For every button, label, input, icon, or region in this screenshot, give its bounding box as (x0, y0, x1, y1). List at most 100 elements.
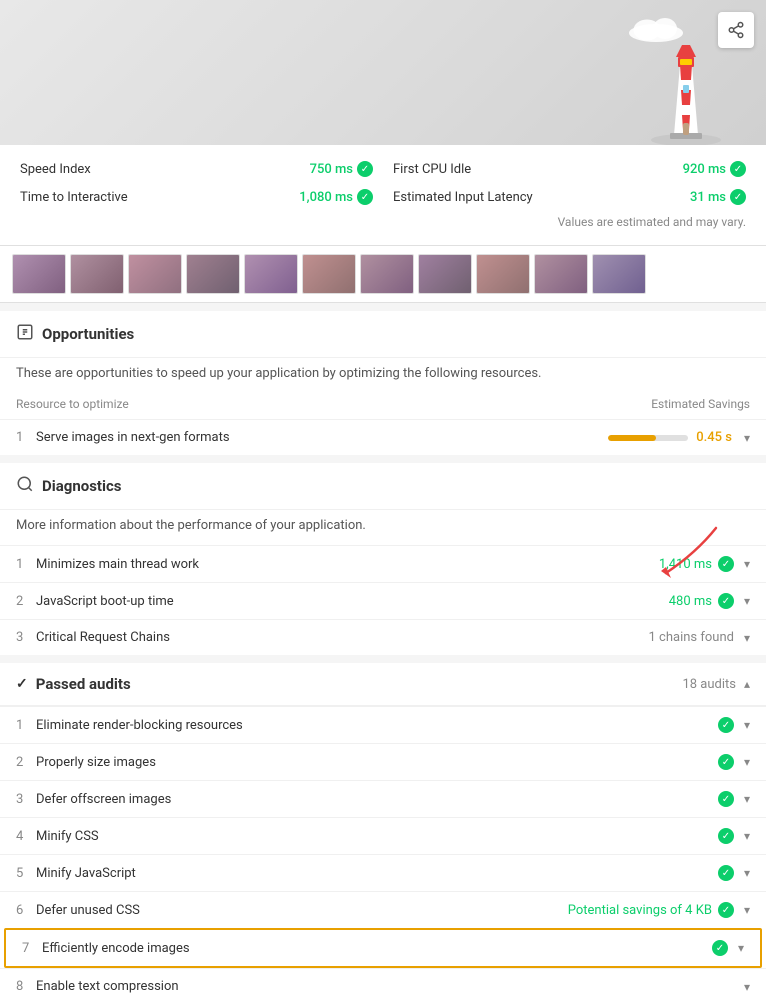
passed-header[interactable]: ✓ Passed audits 18 audits ▴ (0, 663, 766, 706)
savings-bar-fill-1 (608, 435, 656, 441)
tti-row: Time to Interactive 1,080 ms ✓ (20, 189, 373, 205)
chevron-down-icon-p4: ▾ (744, 829, 750, 843)
diagnostics-row-1[interactable]: 1 Minimizes main thread work 1,410 ms ✓ … (0, 545, 766, 582)
tti-check: ✓ (357, 189, 373, 205)
diag-num-2: 2 (16, 594, 36, 609)
chevron-down-icon-p3: ▾ (744, 792, 750, 806)
passed-section: ✓ Passed audits 18 audits ▴ 1 Eliminate … (0, 663, 766, 1004)
opportunity-label-1: Serve images in next-gen formats (36, 430, 608, 445)
filmstrip-thumb-5 (244, 254, 298, 294)
filmstrip-thumb-2 (70, 254, 124, 294)
diagnostics-row-3[interactable]: 3 Critical Request Chains 1 chains found… (0, 619, 766, 655)
diagnostics-row-2[interactable]: 2 JavaScript boot-up time 480 ms ✓ ▾ (0, 582, 766, 619)
passed-num-1: 1 (16, 718, 36, 733)
diag-label-2: JavaScript boot-up time (36, 594, 669, 609)
passed-count-area: 18 audits ▴ (682, 677, 750, 692)
diag-check-2: ✓ (718, 593, 734, 609)
passed-row-3[interactable]: 3 Defer offscreen images ✓ ▾ (0, 780, 766, 817)
header-area (0, 0, 766, 145)
passed-check-6: ✓ (718, 902, 734, 918)
passed-value-1: ✓ ▾ (718, 717, 750, 733)
input-latency-row: Estimated Input Latency 31 ms ✓ (393, 189, 746, 205)
diag-value-1: 1,410 ms ✓ ▾ (659, 556, 750, 572)
filmstrip-thumb-8 (418, 254, 472, 294)
passed-label-7: Efficiently encode images (42, 941, 712, 956)
diagnostics-section: Diagnostics More information about the p… (0, 463, 766, 655)
passed-value-3: ✓ ▾ (718, 791, 750, 807)
input-latency-label: Estimated Input Latency (393, 190, 533, 205)
chevron-down-icon-p2: ▾ (744, 755, 750, 769)
passed-check-1: ✓ (718, 717, 734, 733)
first-cpu-label: First CPU Idle (393, 162, 471, 177)
passed-num-2: 2 (16, 755, 36, 770)
potential-savings-text: Potential savings of 4 KB (568, 903, 712, 918)
filmstrip-thumb-11 (592, 254, 646, 294)
diagnostics-title: Diagnostics (42, 477, 121, 495)
col-savings-label: Estimated Savings (651, 397, 750, 411)
passed-row-1[interactable]: 1 Eliminate render-blocking resources ✓ … (0, 706, 766, 743)
diag-num-3: 3 (16, 630, 36, 645)
diagnostics-desc: More information about the performance o… (0, 510, 766, 545)
passed-num-7: 7 (22, 941, 42, 956)
passed-row-5[interactable]: 5 Minify JavaScript ✓ ▾ (0, 854, 766, 891)
passed-value-6: Potential savings of 4 KB ✓ ▾ (568, 902, 750, 918)
passed-check-7: ✓ (712, 940, 728, 956)
diag-label-3: Critical Request Chains (36, 630, 649, 645)
filmstrip-thumb-9 (476, 254, 530, 294)
chevron-down-icon-diag1: ▾ (744, 557, 750, 571)
filmstrip-thumb-6 (302, 254, 356, 294)
passed-check-4: ✓ (718, 828, 734, 844)
filmstrip-thumb-3 (128, 254, 182, 294)
passed-row-4[interactable]: 4 Minify CSS ✓ ▾ (0, 817, 766, 854)
chevron-down-icon-p8: ▾ (744, 980, 750, 994)
passed-label-4: Minify CSS (36, 829, 718, 844)
passed-row-8[interactable]: 8 Enable text compression ▾ (0, 968, 766, 1004)
speed-index-label: Speed Index (20, 162, 91, 177)
filmstrip-thumb-10 (534, 254, 588, 294)
filmstrip (0, 246, 766, 303)
passed-check-3: ✓ (718, 791, 734, 807)
diag-label-1: Minimizes main thread work (36, 557, 659, 572)
passed-row-2[interactable]: 2 Properly size images ✓ ▾ (0, 743, 766, 780)
passed-check-5: ✓ (718, 865, 734, 881)
passed-value-7: ✓ ▾ (712, 940, 744, 956)
passed-count: 18 audits (682, 677, 736, 692)
metrics-section: Speed Index 750 ms ✓ First CPU Idle 920 … (0, 145, 766, 246)
passed-row-6[interactable]: 6 Defer unused CSS Potential savings of … (0, 891, 766, 928)
passed-row-7[interactable]: 7 Efficiently encode images ✓ ▾ (4, 928, 762, 968)
passed-num-5: 5 (16, 866, 36, 881)
metrics-grid: Speed Index 750 ms ✓ First CPU Idle 920 … (20, 161, 746, 205)
opportunities-icon (16, 323, 34, 345)
chevron-down-icon-p1: ▾ (744, 718, 750, 732)
filmstrip-thumb-7 (360, 254, 414, 294)
first-cpu-value: 920 ms ✓ (683, 161, 746, 177)
passed-header-left: ✓ Passed audits (16, 675, 131, 693)
first-cpu-check: ✓ (730, 161, 746, 177)
passed-label-8: Enable text compression (36, 979, 740, 994)
diagnostics-header: Diagnostics (0, 463, 766, 510)
passed-num-4: 4 (16, 829, 36, 844)
diag-value-2: 480 ms ✓ ▾ (669, 593, 750, 609)
passed-label-2: Properly size images (36, 755, 718, 770)
passed-num-6: 6 (16, 903, 36, 918)
chevron-down-icon-p6: ▾ (744, 903, 750, 917)
passed-label-6: Defer unused CSS (36, 903, 568, 918)
diagnostics-icon (16, 475, 34, 497)
passed-title: Passed audits (36, 675, 131, 693)
filmstrip-thumb-1 (12, 254, 66, 294)
input-latency-check: ✓ (730, 189, 746, 205)
estimated-note: Values are estimated and may vary. (20, 215, 746, 229)
passed-label-3: Defer offscreen images (36, 792, 718, 807)
opportunity-savings-1: 0.45 s ▾ (608, 430, 750, 445)
diag-value-3: 1 chains found ▾ (649, 630, 750, 645)
opportunity-row-1[interactable]: 1 Serve images in next-gen formats 0.45 … (0, 419, 766, 455)
opportunities-header: Opportunities (0, 311, 766, 358)
tti-value: 1,080 ms ✓ (299, 189, 373, 205)
opportunities-section: Opportunities These are opportunities to… (0, 311, 766, 455)
passed-check-2: ✓ (718, 754, 734, 770)
passed-num-3: 3 (16, 792, 36, 807)
opportunities-desc: These are opportunities to speed up your… (0, 358, 766, 393)
speed-index-row: Speed Index 750 ms ✓ (20, 161, 373, 177)
col-resource-label: Resource to optimize (16, 397, 129, 411)
chevron-down-icon-diag3: ▾ (744, 631, 750, 645)
